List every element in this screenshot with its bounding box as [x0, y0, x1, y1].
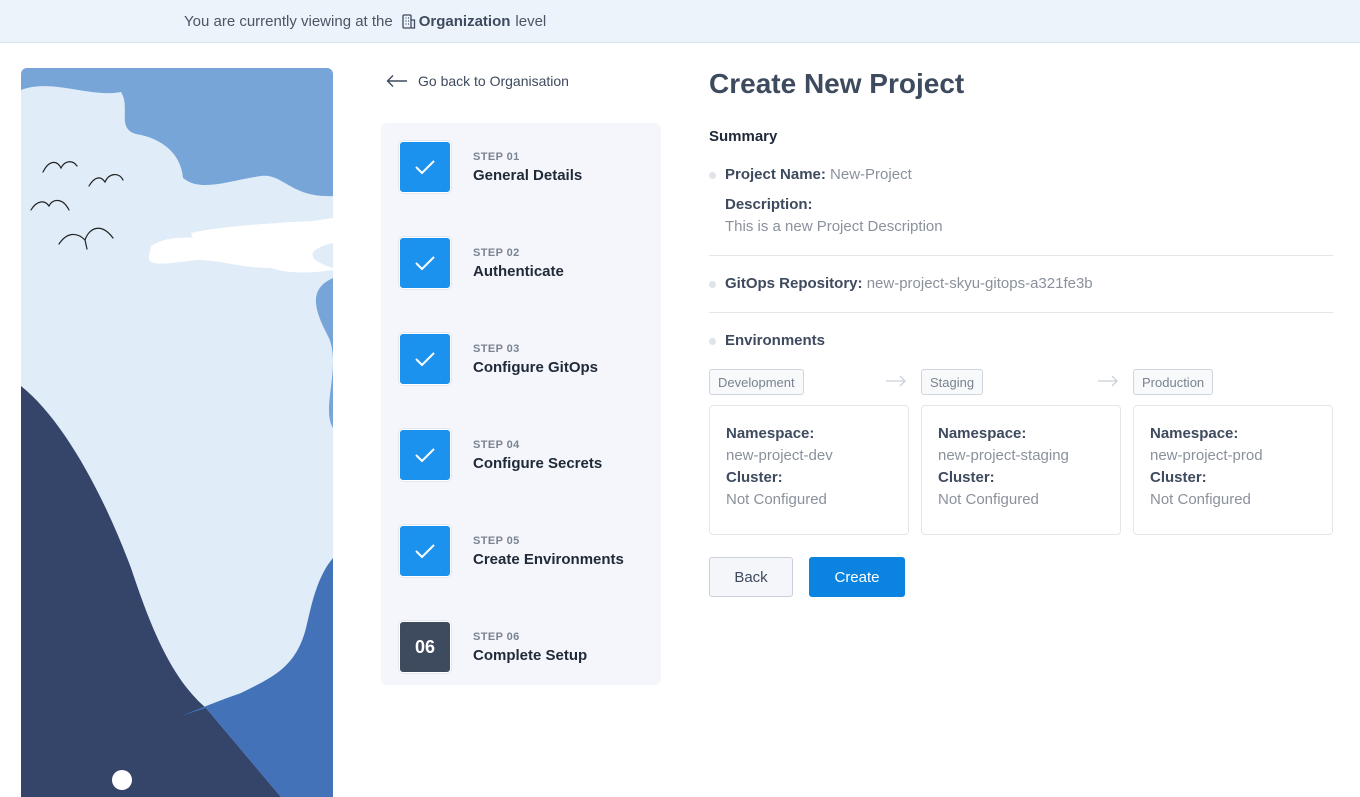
step-status-box	[399, 525, 451, 577]
description-key: Description:	[725, 196, 813, 213]
create-button[interactable]: Create	[809, 557, 905, 597]
cluster-value: Not Configured	[726, 491, 827, 508]
step-3[interactable]: STEP 03 Configure GitOps	[399, 331, 649, 387]
divider	[709, 255, 1333, 256]
check-icon	[415, 160, 435, 175]
step-title: Authenticate	[473, 262, 564, 280]
step-title: General Details	[473, 166, 583, 184]
bullet-dot	[709, 281, 716, 288]
summary-heading: Summary	[709, 128, 778, 145]
divider	[709, 312, 1333, 313]
namespace-key: Namespace:	[726, 425, 815, 442]
environments-heading: Environments	[725, 332, 826, 349]
building-icon	[402, 13, 415, 29]
check-icon	[415, 544, 435, 559]
banner-org: Organization	[402, 12, 511, 30]
back-link-label: Go back to Organisation	[418, 73, 569, 89]
stepper: STEP 01 General Details STEP 02 Authenti…	[381, 123, 661, 685]
step-number: STEP 03	[473, 342, 520, 355]
step-2[interactable]: STEP 02 Authenticate	[399, 235, 649, 291]
env-card-production: Namespace: new-project-prod Cluster: Not…	[1133, 405, 1333, 535]
step-status-box	[399, 333, 451, 385]
arrow-right-icon	[886, 375, 906, 387]
step-title: Configure Secrets	[473, 454, 603, 472]
bullet-dot	[709, 172, 716, 179]
namespace-value: new-project-prod	[1150, 447, 1263, 464]
namespace-value: new-project-staging	[938, 447, 1069, 464]
banner-org-label: Organization	[418, 12, 511, 30]
step-number: STEP 06	[473, 630, 520, 643]
check-icon	[415, 448, 435, 463]
back-to-organisation-link[interactable]: Go back to Organisation	[386, 73, 569, 89]
step-status-box	[399, 429, 451, 481]
step-title: Create Environments	[473, 550, 624, 568]
step-6[interactable]: 06 STEP 06 Complete Setup	[399, 619, 649, 675]
step-1[interactable]: STEP 01 General Details	[399, 139, 649, 195]
check-icon	[415, 352, 435, 367]
cluster-key: Cluster:	[726, 469, 783, 486]
project-name-value: New-Project	[830, 166, 912, 183]
step-status-box	[399, 237, 451, 289]
arrow-right-icon	[1098, 375, 1118, 387]
step-5[interactable]: STEP 05 Create Environments	[399, 523, 649, 579]
gitops-value: new-project-skyu-gitops-a321fe3b	[866, 275, 1093, 292]
step-4[interactable]: STEP 04 Configure Secrets	[399, 427, 649, 483]
back-button[interactable]: Back	[709, 557, 793, 597]
context-banner: You are currently viewing at the Organiz…	[0, 0, 1360, 43]
step-title: Complete Setup	[473, 646, 588, 664]
bullet-dot	[709, 338, 716, 345]
env-card-development: Namespace: new-project-dev Cluster: Not …	[709, 405, 909, 535]
step-number: STEP 05	[473, 534, 520, 547]
cluster-value: Not Configured	[938, 491, 1039, 508]
env-tag-production: Production	[1133, 369, 1214, 395]
step-number: STEP 02	[473, 246, 520, 259]
check-icon	[415, 256, 435, 271]
cluster-value: Not Configured	[1150, 491, 1251, 508]
namespace-key: Namespace:	[938, 425, 1027, 442]
step-number-badge: 06	[399, 621, 451, 673]
cluster-key: Cluster:	[938, 469, 995, 486]
env-tag-development: Development	[709, 369, 804, 395]
page-title: Create New Project	[709, 68, 965, 99]
gitops-row: GitOps Repository: new-project-skyu-gito…	[725, 275, 1093, 292]
illustration	[21, 68, 333, 797]
arrow-left-icon	[386, 75, 407, 87]
env-card-staging: Namespace: new-project-staging Cluster: …	[921, 405, 1121, 535]
step-status-box	[399, 141, 451, 193]
description-value: This is a new Project Description	[725, 218, 943, 235]
step-title: Configure GitOps	[473, 358, 598, 376]
project-name-key: Project Name:	[725, 166, 826, 183]
project-name-row: Project Name: New-Project	[725, 166, 912, 183]
step-number: STEP 04	[473, 438, 520, 451]
cluster-key: Cluster:	[1150, 469, 1207, 486]
namespace-key: Namespace:	[1150, 425, 1239, 442]
banner-prefix: You are currently viewing at the	[184, 12, 393, 30]
banner-suffix: level	[515, 12, 547, 30]
step-number: STEP 01	[473, 150, 520, 163]
summary-panel: Create New Project Summary Project Name:…	[709, 68, 1333, 597]
gitops-key: GitOps Repository:	[725, 275, 863, 292]
env-tag-staging: Staging	[921, 369, 984, 395]
namespace-value: new-project-dev	[726, 447, 833, 464]
